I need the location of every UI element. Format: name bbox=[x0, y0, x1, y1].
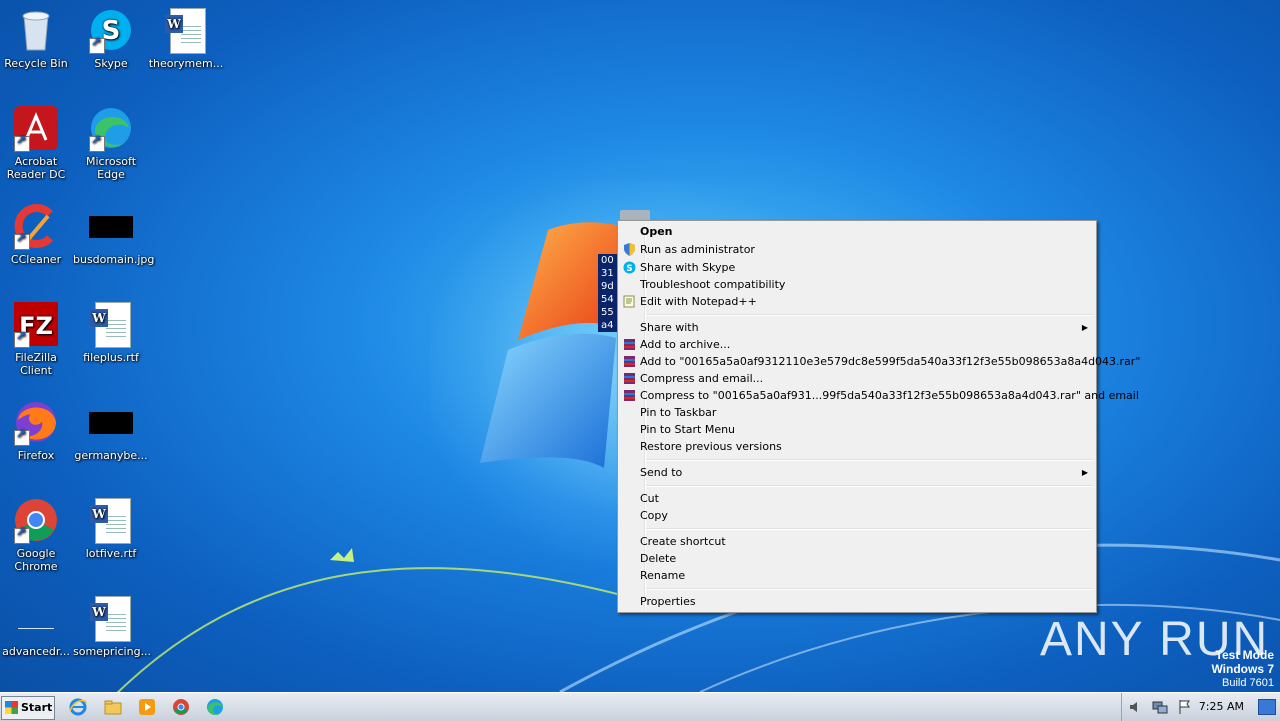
menu-item-compress-to-rar-email[interactable]: Compress to "00165a5a0af931...99f5da540a… bbox=[620, 387, 1139, 404]
image-thumbnail-icon bbox=[89, 216, 133, 238]
menu-item-share-with[interactable]: Share with ▶ bbox=[620, 319, 1094, 336]
desktop-icon-filezilla[interactable]: FZ FileZilla Client bbox=[0, 296, 74, 377]
desktop-icon-germanybe[interactable]: germanybe... bbox=[73, 394, 149, 462]
menu-item-send-to[interactable]: Send to ▶ bbox=[620, 464, 1094, 481]
edge-icon[interactable] bbox=[205, 697, 225, 717]
desktop-icon-chrome[interactable]: Google Chrome bbox=[0, 492, 74, 573]
menu-item-open[interactable]: Open bbox=[620, 223, 1094, 240]
desktop-icon-recycle-bin[interactable]: Recycle Bin bbox=[0, 2, 74, 70]
menu-item-properties[interactable]: Properties bbox=[620, 593, 1094, 610]
context-menu: Open Run as administrator S Share with S… bbox=[617, 220, 1140, 613]
menu-separator bbox=[646, 314, 1093, 316]
desktop-icon-advancedr[interactable]: advancedr... bbox=[0, 590, 74, 658]
submenu-arrow-icon: ▶ bbox=[1081, 468, 1088, 477]
desktop-icon-ccleaner[interactable]: CCleaner bbox=[0, 198, 74, 266]
menu-item-add-archive[interactable]: Add to archive... bbox=[620, 336, 1094, 353]
menu-item-delete[interactable]: Delete bbox=[620, 550, 1094, 567]
internet-explorer-icon[interactable] bbox=[68, 697, 88, 717]
menu-item-troubleshoot[interactable]: Troubleshoot compatibility bbox=[620, 276, 1094, 293]
chrome-icon[interactable] bbox=[171, 697, 191, 717]
word-document-icon: W bbox=[90, 596, 131, 642]
winrar-icon bbox=[624, 339, 635, 350]
media-player-icon[interactable] bbox=[137, 697, 157, 717]
submenu-arrow-icon: ▶ bbox=[1081, 323, 1088, 332]
menu-item-pin-taskbar[interactable]: Pin to Taskbar bbox=[620, 404, 1094, 421]
desktop-icon-skype[interactable]: S Skype bbox=[73, 2, 149, 70]
desktop-icon-lotfive[interactable]: W lotfive.rtf bbox=[73, 492, 149, 560]
word-document-icon: W bbox=[165, 8, 206, 54]
test-mode-watermark: Test Mode Windows 7 Build 7601 bbox=[1211, 648, 1274, 689]
windows-flag-icon bbox=[5, 701, 18, 714]
menu-item-create-shortcut[interactable]: Create shortcut bbox=[620, 533, 1094, 550]
menu-item-pin-start[interactable]: Pin to Start Menu bbox=[620, 421, 1094, 438]
desktop-icon-busdomain[interactable]: busdomain.jpg bbox=[73, 198, 154, 266]
desktop-icon-somepricing[interactable]: W somepricing... bbox=[73, 590, 151, 658]
shield-icon bbox=[624, 243, 635, 256]
show-desktop-button[interactable] bbox=[1258, 699, 1276, 715]
desktop-icon-acrobat[interactable]: Acrobat Reader DC bbox=[0, 100, 74, 181]
action-center-flag-icon[interactable] bbox=[1178, 699, 1192, 715]
menu-item-cut[interactable]: Cut bbox=[620, 490, 1094, 507]
menu-item-edit-notepadpp[interactable]: Edit with Notepad++ bbox=[620, 293, 1094, 310]
menu-separator bbox=[646, 459, 1093, 461]
menu-item-copy[interactable]: Copy bbox=[620, 507, 1094, 524]
taskbar: Start 7:25 AM bbox=[0, 692, 1280, 721]
word-document-icon: W bbox=[90, 302, 131, 348]
word-document-icon: W bbox=[90, 498, 131, 544]
svg-text:S: S bbox=[626, 264, 632, 274]
menu-item-share-skype[interactable]: S Share with Skype bbox=[620, 259, 1094, 276]
image-thumbnail-icon bbox=[89, 412, 133, 434]
clock[interactable]: 7:25 AM bbox=[1199, 700, 1244, 713]
recycle-bin-icon bbox=[22, 11, 50, 51]
system-tray: 7:25 AM bbox=[1121, 693, 1280, 721]
desktop-icon-theorymem[interactable]: W theorymem... bbox=[148, 2, 224, 70]
speaker-icon[interactable] bbox=[1128, 700, 1142, 714]
desktop-icon-fileplus[interactable]: W fileplus.rtf bbox=[73, 296, 149, 364]
menu-item-rename[interactable]: Rename bbox=[620, 567, 1094, 584]
winrar-icon bbox=[624, 356, 635, 367]
start-button[interactable]: Start bbox=[1, 696, 55, 720]
desktop-icon-edge[interactable]: Microsoft Edge bbox=[73, 100, 149, 181]
desktop-icon-firefox[interactable]: Firefox bbox=[0, 394, 74, 462]
winrar-icon bbox=[624, 390, 635, 401]
network-icon[interactable] bbox=[1152, 700, 1168, 714]
menu-item-run-as-admin[interactable]: Run as administrator bbox=[620, 241, 1094, 258]
menu-separator bbox=[646, 485, 1093, 487]
menu-separator bbox=[646, 588, 1093, 590]
skype-icon: S bbox=[623, 261, 636, 274]
menu-item-compress-email[interactable]: Compress and email... bbox=[620, 370, 1094, 387]
file-icon bbox=[18, 628, 54, 629]
notepadpp-icon bbox=[623, 295, 635, 308]
menu-item-restore-versions[interactable]: Restore previous versions bbox=[620, 438, 1094, 455]
file-explorer-icon[interactable] bbox=[103, 697, 123, 717]
menu-separator bbox=[646, 528, 1093, 530]
winrar-icon bbox=[624, 373, 635, 384]
menu-item-add-to-rar[interactable]: Add to "00165a5a0af9312110e3e579dc8e599f… bbox=[620, 353, 1140, 370]
